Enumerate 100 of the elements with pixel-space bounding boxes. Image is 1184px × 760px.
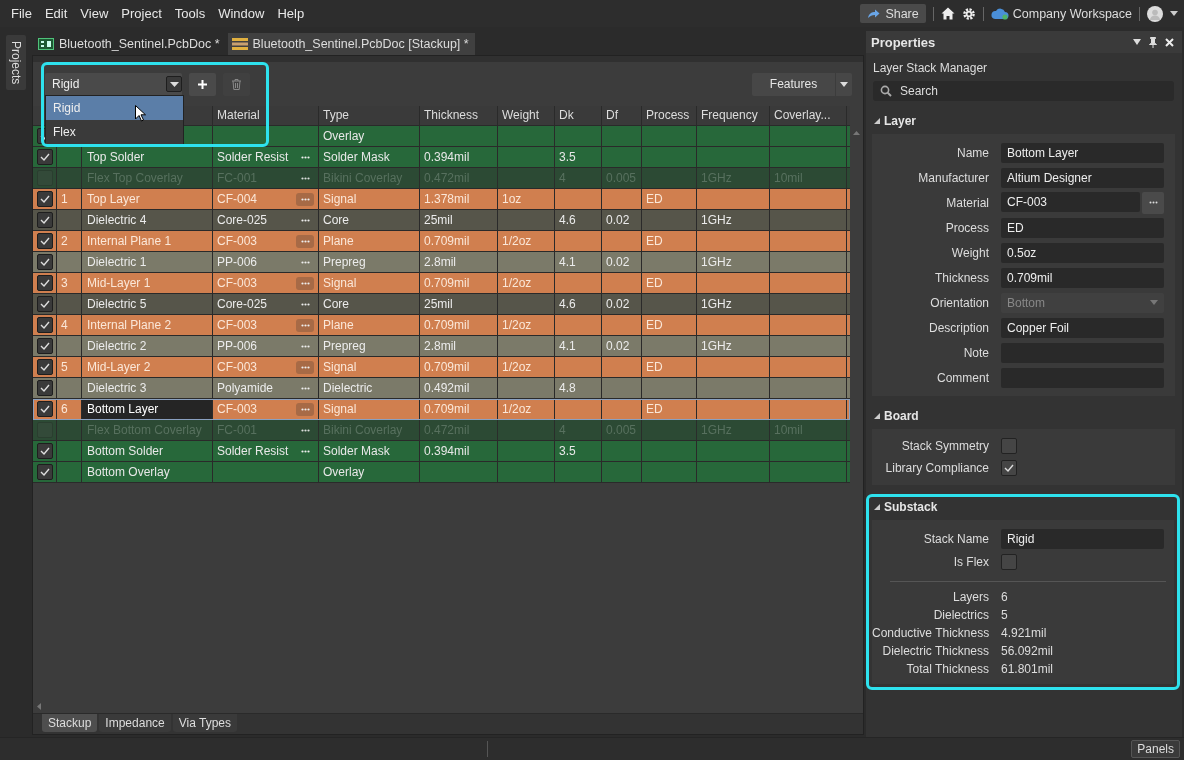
checkbox[interactable] [36, 233, 53, 249]
menu-item[interactable]: Edit [39, 6, 73, 21]
search-field[interactable]: Search [873, 81, 1174, 101]
menu-item[interactable]: Help [272, 6, 310, 21]
checkbox[interactable] [1001, 460, 1017, 476]
avatar-icon[interactable] [1147, 5, 1163, 22]
checkbox[interactable] [36, 443, 53, 459]
table-cell: 0.709mil [420, 399, 498, 419]
caret-icon[interactable] [1170, 11, 1178, 16]
column-header[interactable]: Df [602, 106, 642, 125]
table-cell: 4.6 [555, 294, 602, 314]
checkbox[interactable] [36, 359, 53, 375]
close-icon[interactable] [1165, 37, 1174, 47]
scrollbar[interactable] [33, 700, 863, 714]
caret-icon[interactable] [1133, 39, 1141, 45]
checkbox[interactable] [36, 149, 53, 165]
features-button[interactable]: Features [752, 72, 835, 96]
section-header[interactable]: Layer [872, 111, 1175, 130]
menu-item[interactable]: Window [213, 6, 270, 21]
column-header[interactable]: Weight [498, 106, 555, 125]
input-field[interactable]: CF-003 [1001, 191, 1140, 212]
layer-row[interactable]: Bottom Solder Solder Resist Solder Mask 0.394mil 3.5 [33, 441, 850, 462]
plus-icon [198, 79, 207, 89]
delete-button[interactable] [223, 72, 250, 96]
section-header[interactable]: Board [872, 406, 1175, 425]
view-tab[interactable]: Via Types [172, 714, 237, 732]
column-header[interactable]: Frequency [697, 106, 770, 125]
layer-row[interactable]: 6 Bottom Layer CF-003 Signal 0.709mil 1/2oz ED [33, 399, 850, 420]
table-cell: Plane [319, 231, 420, 251]
home-icon[interactable] [940, 7, 955, 20]
dots-icon [300, 218, 310, 222]
document-tab[interactable]: Bluetooth_Sentinel.PcbDoc [Stackup] * [227, 33, 475, 55]
checkbox[interactable] [36, 254, 53, 270]
checkbox[interactable] [36, 275, 53, 291]
checkbox[interactable] [1001, 438, 1017, 454]
view-tab[interactable]: Impedance [99, 714, 171, 732]
dropdown-button[interactable] [836, 72, 852, 96]
menu-item[interactable]: View [75, 6, 114, 21]
input-field[interactable]: 0.5oz [1001, 242, 1164, 263]
checkbox[interactable] [36, 317, 53, 333]
settings-icon[interactable] [961, 6, 976, 21]
checkbox[interactable] [36, 401, 53, 417]
layer-row[interactable]: Dielectric 1 PP-006 Prepreg 2.8mil 4.1 0.02 1GHz [33, 252, 850, 273]
check-icon [39, 153, 50, 161]
column-header[interactable]: Dk [555, 106, 602, 125]
column-header[interactable]: Material [213, 106, 319, 125]
layer-row[interactable]: Dielectric 2 PP-006 Prepreg 2.8mil 4.1 0.02 1GHz [33, 336, 850, 357]
input-field[interactable]: ED [1001, 217, 1164, 238]
substack-dropdown[interactable]: Rigid [45, 72, 182, 96]
column-header[interactable]: Type [319, 106, 420, 125]
column-header[interactable]: Thickness [420, 106, 498, 125]
layer-row[interactable]: Dielectric 3 Polyamide Dielectric 0.492mil 4.8 [33, 378, 850, 399]
table-cell: Bottom Layer [82, 399, 213, 419]
checkbox[interactable] [36, 212, 53, 228]
checkbox[interactable] [36, 338, 53, 354]
menu-item[interactable]: Project [116, 6, 167, 21]
table-cell: 0.709mil [420, 231, 498, 251]
checkbox[interactable] [1001, 554, 1017, 570]
menu-item[interactable]: File [6, 6, 37, 21]
dots-icon [300, 428, 310, 432]
dots-icon [300, 344, 310, 348]
table-cell: Internal Plane 2 [82, 315, 213, 335]
side-tab[interactable]: Projects [6, 35, 26, 91]
field-label: Total Thickness [905, 662, 989, 676]
section-header[interactable]: Substack [872, 497, 1174, 516]
input-field[interactable]: Copper Foil [1001, 317, 1164, 338]
dots-icon [300, 407, 310, 411]
checkbox[interactable] [36, 191, 53, 207]
input-field[interactable]: 0.709mil [1001, 267, 1164, 288]
layer-row[interactable]: Dielectric 4 Core-025 Core 25mil 4.6 0.02 1GHz [33, 210, 850, 231]
input-field[interactable]: Rigid [1001, 528, 1164, 549]
workspace-label[interactable]: Company Workspace [1012, 6, 1132, 21]
checkbox[interactable] [36, 464, 53, 480]
check-icon [39, 279, 50, 287]
layer-row[interactable]: Dielectric 5 Core-025 Core 25mil 4.6 0.02 1GHz [33, 294, 850, 315]
column-header[interactable]: Process [642, 106, 697, 125]
panels-button[interactable]: Panels [1131, 740, 1180, 758]
table-cell: 0.394mil [420, 441, 498, 461]
pin-icon[interactable] [1149, 36, 1157, 48]
table-cell-text: CF-004 [217, 191, 257, 208]
check-icon [39, 405, 50, 413]
table-cell-text: Solder Resist [217, 443, 289, 460]
view-tab[interactable]: Stackup [42, 714, 98, 732]
check-icon [39, 363, 50, 371]
menu-item[interactable]: Tools [169, 6, 211, 21]
table-cell: Signal [319, 357, 420, 377]
checkbox[interactable] [36, 380, 53, 396]
layer-row[interactable]: Bottom Overlay Overlay [33, 462, 850, 483]
checkbox[interactable] [36, 296, 53, 312]
layer-row[interactable]: Top Solder Solder Resist Solder Mask 0.394mil 3.5 [33, 147, 850, 168]
add-button[interactable] [189, 72, 216, 96]
browse-button[interactable] [1142, 191, 1164, 214]
column-header[interactable]: Coverlay... [770, 106, 847, 125]
input-field[interactable]: Bottom Layer [1001, 142, 1164, 163]
input-field[interactable]: Altium Designer [1001, 167, 1164, 188]
dropdown-option[interactable]: Rigid [46, 96, 183, 120]
table-cell: ED [642, 231, 697, 251]
field-label: Description [927, 320, 989, 335]
value-text: 6 [1001, 590, 1009, 604]
share-button[interactable]: Share [860, 4, 926, 23]
